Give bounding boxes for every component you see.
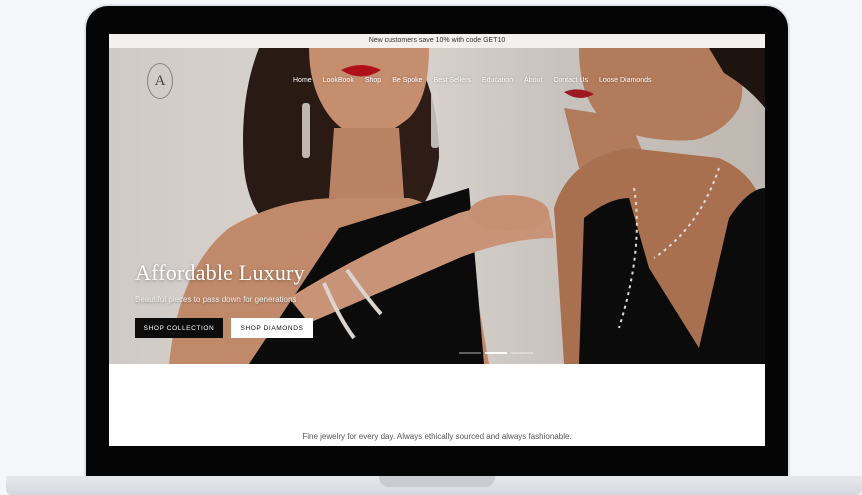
nav-best-sellers[interactable]: Best Sellers [434,77,471,84]
hero-subtitle: Beautiful pieces to pass down for genera… [135,295,297,304]
carousel-indicators [459,352,533,354]
hero-banner: A Home LookBook Shop Be Spoke Best Selle… [109,48,765,364]
nav-home[interactable]: Home [293,77,312,84]
announcement-bar: New customers save 10% with code GET10 [109,34,765,48]
brand-logo[interactable]: A [147,63,173,99]
brand-tagline: Fine jewelry for every day. Always ethic… [302,432,572,441]
nav-education[interactable]: Education [482,77,513,84]
shop-diamonds-button[interactable]: SHOP DIAMONDS [231,318,313,338]
brand-logo-letter: A [154,73,166,89]
nav-loose-diamonds[interactable]: Loose Diamonds [599,77,652,84]
website-screen: New customers save 10% with code GET10 A… [109,34,765,446]
nav-be-spoke[interactable]: Be Spoke [392,77,422,84]
nav-shop[interactable]: Shop [365,77,381,84]
hero-image [169,48,765,364]
shop-collection-button[interactable]: SHOP COLLECTION [135,318,223,338]
nav-about[interactable]: About [524,77,542,84]
carousel-dot[interactable] [459,352,481,354]
laptop-notch [379,476,495,487]
nav-contact-us[interactable]: Contact Us [553,77,588,84]
main-nav: Home LookBook Shop Be Spoke Best Sellers… [293,77,652,84]
carousel-dot-active[interactable] [485,352,507,354]
hero-title: Affordable Luxury [135,260,305,285]
carousel-dot[interactable] [511,352,533,354]
nav-lookbook[interactable]: LookBook [323,77,354,84]
